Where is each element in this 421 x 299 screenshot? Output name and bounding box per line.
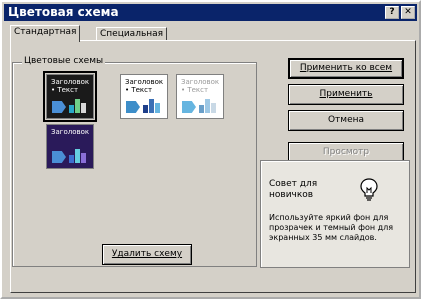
swatch-title: Заголовок bbox=[51, 78, 90, 86]
swatch-bars bbox=[143, 99, 163, 113]
color-scheme-swatch[interactable]: Заголовок • Текст bbox=[120, 74, 168, 119]
swatch-bar bbox=[81, 103, 86, 113]
preview-label: Просмотр bbox=[322, 147, 370, 157]
window-title: Цветовая схема bbox=[8, 5, 119, 19]
swatch-bar bbox=[75, 149, 80, 163]
swatch-bars bbox=[69, 99, 89, 113]
swatch-text: • Текст bbox=[125, 86, 153, 94]
apply-all-label: Применить ко всем bbox=[299, 63, 393, 73]
tab-custom[interactable]: Специальная bbox=[96, 27, 168, 41]
swatch-shape bbox=[126, 101, 140, 113]
color-scheme-swatch[interactable]: Заголовок • Текст bbox=[43, 71, 97, 122]
swatch-bar bbox=[75, 99, 80, 113]
swatch-text: • Текст bbox=[181, 86, 209, 94]
swatch-bar bbox=[81, 153, 86, 163]
apply-button[interactable]: Применить bbox=[288, 84, 404, 105]
apply-all-button[interactable]: Применить ко всем bbox=[288, 58, 404, 79]
color-scheme-swatch[interactable]: Заголовок • Текст bbox=[176, 74, 224, 119]
swatch-title: Заголовок bbox=[125, 78, 164, 86]
cancel-label: Отмена bbox=[327, 115, 365, 125]
lightbulb-icon bbox=[360, 178, 378, 201]
close-button[interactable]: ✕ bbox=[401, 6, 415, 19]
swatch-title: Заголовок bbox=[181, 78, 220, 86]
title-bar[interactable]: Цветовая схема ? ✕ bbox=[4, 4, 417, 21]
swatch-title: Заголовок bbox=[51, 128, 90, 136]
swatch-bar bbox=[149, 99, 154, 113]
color-scheme-dialog: Цветовая схема ? ✕ Стандартная Специальн… bbox=[0, 0, 421, 299]
swatch-bar bbox=[69, 105, 74, 113]
help-button[interactable]: ? bbox=[385, 6, 399, 19]
swatch-shape bbox=[52, 151, 66, 163]
swatch-bar bbox=[155, 103, 160, 113]
cancel-button[interactable]: Отмена bbox=[288, 110, 404, 131]
tip-panel: Совет для новичков Используйте яркий фон… bbox=[260, 160, 410, 268]
tip-title: Совет для новичков bbox=[269, 179, 318, 200]
swatch-text: • Текст bbox=[51, 86, 79, 94]
swatch-bar bbox=[199, 105, 204, 113]
tab-standard[interactable]: Стандартная bbox=[10, 25, 81, 42]
swatch-bars bbox=[199, 99, 219, 113]
schemes-group-label: Цветовые схемы bbox=[22, 56, 106, 66]
color-scheme-swatch[interactable]: Заголовок bbox=[46, 124, 94, 169]
swatch-bar bbox=[205, 99, 210, 113]
apply-label: Применить bbox=[319, 89, 373, 99]
swatch-bars bbox=[69, 149, 89, 163]
swatch-bar bbox=[143, 105, 148, 113]
swatch-shape bbox=[52, 101, 66, 113]
swatch-bar bbox=[211, 103, 216, 113]
swatch-bar bbox=[69, 155, 74, 163]
tip-text: Используйте яркий фон для прозрачек и те… bbox=[269, 213, 394, 242]
delete-scheme-label: Удалить схему bbox=[111, 249, 183, 259]
delete-scheme-button[interactable]: Удалить схему bbox=[102, 244, 192, 265]
swatch-shape bbox=[182, 101, 196, 113]
